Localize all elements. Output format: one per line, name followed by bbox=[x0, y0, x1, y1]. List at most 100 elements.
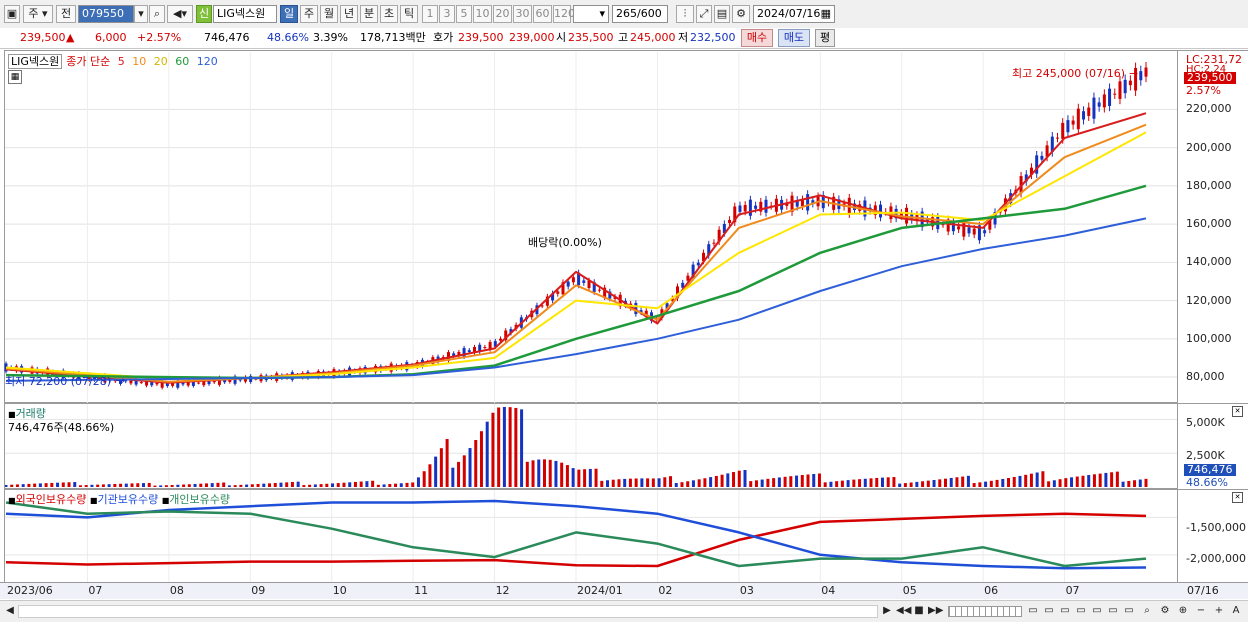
volume-pane[interactable] bbox=[4, 403, 1178, 489]
price-tick: 140,000 bbox=[1186, 255, 1232, 269]
scroll-track[interactable] bbox=[18, 605, 878, 618]
individual-holdings-label: 개인보유수량 bbox=[169, 493, 230, 506]
volume-badge: 746,476 bbox=[1184, 464, 1236, 476]
candle-body bbox=[1061, 122, 1065, 139]
candle-body bbox=[566, 281, 570, 287]
candle-body bbox=[1056, 137, 1060, 139]
candle-body bbox=[1071, 120, 1075, 125]
volume-title-marker: ■ bbox=[8, 410, 16, 419]
holdings-tick: -1,500,000 bbox=[1186, 521, 1246, 534]
x-tick: 07 bbox=[88, 584, 103, 597]
x-tick: 2024/01 bbox=[577, 584, 623, 597]
high-annotation: 최고 245,000 (07/16) bbox=[1012, 67, 1126, 80]
x-tick: 10 bbox=[332, 584, 347, 597]
rewind-icon[interactable]: ◀◀ bbox=[896, 603, 911, 618]
candle-body bbox=[738, 205, 742, 212]
price-tick: 100,000 bbox=[1186, 331, 1232, 345]
price-tick: 200,000 bbox=[1186, 140, 1232, 154]
chart-scrollbar[interactable]: ◀ ▶ ◀◀ ■ ▶▶ ▭ ▭ ▭ ▭ ▭ ▭ ▭ ⌕ ⚙ ⊕ − + A bbox=[0, 600, 1248, 622]
candle-body bbox=[1128, 80, 1132, 86]
candle-body bbox=[748, 199, 752, 216]
candle-body bbox=[197, 382, 201, 384]
candle-body bbox=[905, 207, 909, 224]
window-icon[interactable]: ▭ bbox=[1042, 603, 1056, 618]
candle-body bbox=[181, 382, 185, 385]
candle-body bbox=[972, 228, 976, 235]
candle-body bbox=[483, 347, 487, 349]
holdings-tick: -2,000,000 bbox=[1186, 552, 1246, 565]
plus-icon[interactable]: + bbox=[1212, 603, 1226, 618]
font-size-icon[interactable]: A bbox=[1229, 603, 1243, 618]
candle-body bbox=[499, 338, 503, 341]
low-arrow-icon: → bbox=[116, 374, 125, 387]
candle-body bbox=[712, 242, 716, 244]
candle-body bbox=[1144, 67, 1148, 77]
candle-body bbox=[983, 230, 987, 234]
x-tick: 02 bbox=[658, 584, 673, 597]
price-badge: 239,500 bbox=[1184, 72, 1236, 84]
candle-body bbox=[571, 277, 575, 283]
candle-body bbox=[1076, 108, 1080, 130]
candle-body bbox=[1087, 107, 1091, 116]
window-icon[interactable]: ▭ bbox=[1106, 603, 1120, 618]
settings-icon[interactable]: ⚙ bbox=[1158, 603, 1172, 618]
x-tick: 06 bbox=[984, 584, 999, 597]
candle-body bbox=[467, 350, 471, 352]
window-icon[interactable]: ▭ bbox=[1090, 603, 1104, 618]
candle-body bbox=[597, 289, 601, 291]
scroll-right-icon[interactable]: ▶ bbox=[880, 603, 894, 618]
price-tick: 160,000 bbox=[1186, 217, 1232, 231]
fast-forward-icon[interactable]: ▶▶ bbox=[928, 603, 943, 618]
high-arrow-icon: → bbox=[1129, 67, 1138, 80]
low-annotation: 최저 72,200 (07/28) bbox=[5, 375, 112, 388]
candle-body bbox=[967, 227, 971, 234]
stop-icon[interactable]: ■ bbox=[912, 603, 926, 618]
close-icon[interactable]: ✕ bbox=[1232, 492, 1243, 503]
x-tick: 08 bbox=[169, 584, 184, 597]
candle-body bbox=[806, 194, 810, 211]
window-icon[interactable]: ▭ bbox=[1058, 603, 1072, 618]
price-tick: 180,000 bbox=[1186, 178, 1232, 192]
x-tick: 04 bbox=[821, 584, 836, 597]
candle-body bbox=[764, 199, 768, 213]
legend-marker: ■ bbox=[8, 496, 16, 505]
x-tick: 09 bbox=[251, 584, 266, 597]
candle-body bbox=[1123, 79, 1127, 94]
candle-body bbox=[1082, 111, 1086, 120]
candle-body bbox=[1118, 81, 1122, 99]
volume-tick: 5,000K bbox=[1186, 416, 1225, 429]
scroll-left-icon[interactable]: ◀ bbox=[3, 603, 17, 618]
candle-body bbox=[1066, 120, 1070, 133]
window-icon[interactable]: ▭ bbox=[1122, 603, 1136, 618]
x-end-label: 07/16 bbox=[1187, 584, 1219, 597]
close-icon[interactable]: ✕ bbox=[1232, 406, 1243, 417]
candle-body bbox=[1102, 94, 1106, 108]
x-tick: 05 bbox=[902, 584, 917, 597]
candle-body bbox=[1092, 97, 1096, 119]
candle-body bbox=[1108, 88, 1112, 106]
x-tick: 11 bbox=[414, 584, 429, 597]
candle-body bbox=[582, 280, 586, 283]
crosshair-icon[interactable]: ⊕ bbox=[1176, 603, 1190, 618]
zoom-icon[interactable]: ⌕ bbox=[1140, 603, 1154, 618]
candle-body bbox=[155, 382, 159, 385]
x-tick: 03 bbox=[739, 584, 754, 597]
dividend-annotation: 배당락(0.00%) bbox=[528, 236, 602, 249]
pct-badge: 2.57% bbox=[1186, 84, 1221, 97]
window-icon[interactable]: ▭ bbox=[1026, 603, 1040, 618]
x-tick: 2023/06 bbox=[7, 584, 53, 597]
x-tick: 12 bbox=[495, 584, 510, 597]
volume-value-label: 746,476주(48.66%) bbox=[8, 421, 115, 434]
volume-tick: 2,500K bbox=[1186, 449, 1225, 462]
candle-body bbox=[696, 262, 700, 266]
candle-body bbox=[1097, 102, 1101, 107]
candle-body bbox=[139, 382, 143, 384]
zoom-slider[interactable] bbox=[948, 606, 1022, 617]
candle-body bbox=[957, 226, 961, 230]
window-icon[interactable]: ▭ bbox=[1074, 603, 1088, 618]
candle-body bbox=[728, 219, 732, 223]
minus-icon[interactable]: − bbox=[1194, 603, 1208, 618]
holdings-legend: ■외국인보유수량 ■기관보유수량 ■개인보유수량 bbox=[8, 491, 230, 507]
candle-body bbox=[556, 291, 560, 294]
volume-badge-pct: 48.66% bbox=[1186, 476, 1228, 489]
